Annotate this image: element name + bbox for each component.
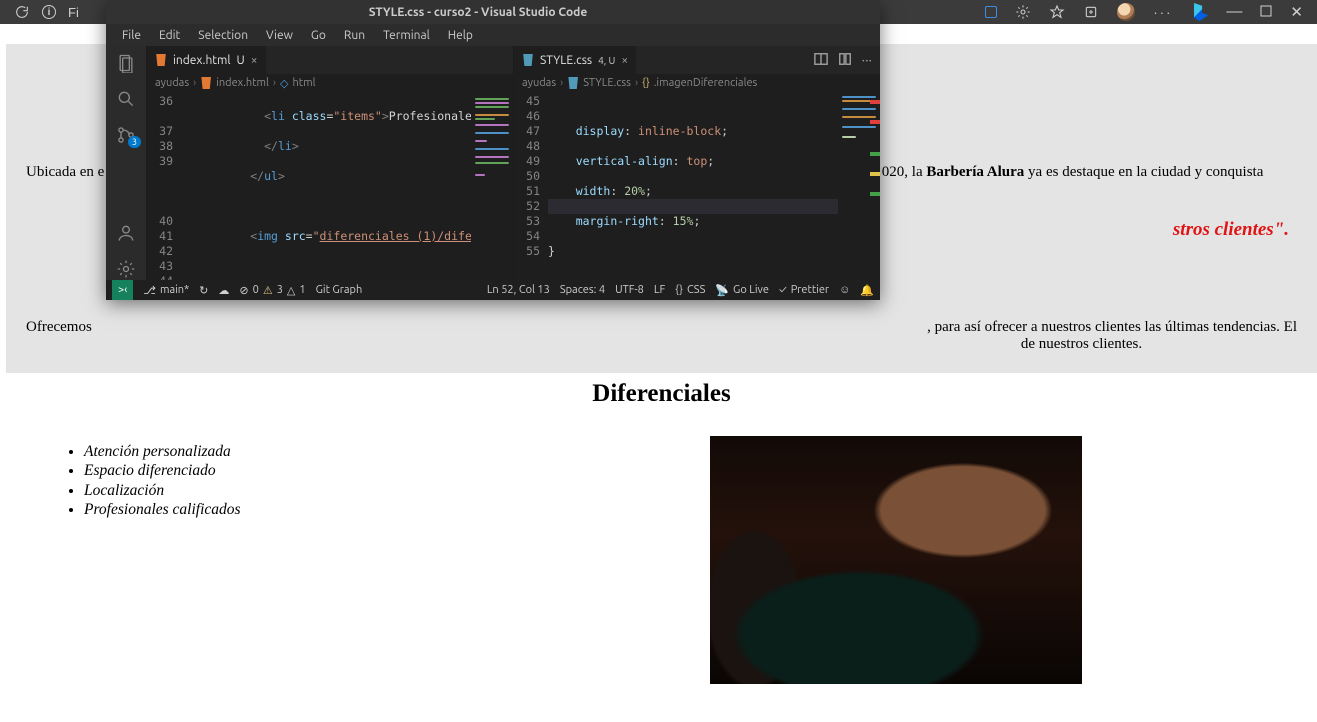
gitgraph-button[interactable]: Git Graph	[316, 284, 363, 296]
editor-pane-right: STYLE.css 4, U × ··· ayudas› STYLE.css› …	[513, 46, 880, 280]
account-icon[interactable]	[115, 222, 137, 244]
menu-select[interactable]: Selection	[190, 27, 256, 44]
code-left[interactable]: <li class="items">Profesionales califica…	[181, 92, 471, 280]
window-minimize[interactable]: —	[1226, 3, 1242, 21]
menu-view[interactable]: View	[258, 27, 301, 44]
sync-icon[interactable]: ↻	[199, 284, 208, 297]
html-file-icon	[155, 54, 167, 66]
menu-file[interactable]: File	[114, 27, 149, 44]
branch-indicator[interactable]: ⎇ main*	[143, 284, 189, 297]
extensions-icon[interactable]	[1015, 4, 1031, 20]
diferenciales-image	[710, 436, 1082, 684]
explorer-icon[interactable]	[115, 52, 137, 74]
vscode-menubar[interactable]: File Edit Selection View Go Run Terminal…	[106, 24, 880, 46]
vscode-window: STYLE.css - curso2 - Visual Studio Code …	[106, 0, 880, 300]
more-actions-icon[interactable]: ···	[862, 52, 872, 69]
minimap-left[interactable]	[471, 92, 513, 280]
vscode-statusbar[interactable]: >‹ ⎇ main* ↻ ☁ ⊘0 ⚠3 △1 Git Graph Ln 52,…	[106, 280, 880, 300]
tab-close-icon[interactable]: ×	[621, 54, 628, 67]
collections-icon[interactable]	[1083, 4, 1099, 20]
vscode-titlebar[interactable]: STYLE.css - curso2 - Visual Studio Code	[106, 0, 880, 24]
tab-index-html[interactable]: index.html U ×	[147, 46, 266, 74]
prettier-button[interactable]: ✓ Prettier	[779, 284, 829, 296]
split-editor-icon[interactable]	[814, 52, 828, 69]
golive-button[interactable]: 📡 Go Live	[715, 284, 769, 297]
cursor-position[interactable]: Ln 52, Col 13	[487, 284, 550, 296]
page-offer-text: Ofrecemos , para así ofrecer a nuestros …	[26, 319, 1297, 353]
encoding-indicator[interactable]: UTF-8	[615, 284, 644, 296]
more-icon[interactable]: ···	[1153, 5, 1172, 20]
menu-help[interactable]: Help	[440, 27, 481, 44]
remote-indicator[interactable]: >‹	[112, 280, 133, 300]
settings-icon[interactable]	[115, 258, 137, 280]
code-editor-left[interactable]: 363738394041424344 <li class="items">Pro…	[147, 92, 513, 280]
gutter-left: 363738394041424344	[147, 92, 181, 280]
menu-term[interactable]: Terminal	[375, 27, 438, 44]
bell-icon[interactable]: 🔔	[860, 284, 874, 297]
diferenciales-list: Atención personalizada Espacio diferenci…	[56, 442, 241, 520]
source-control-icon[interactable]: 3	[115, 124, 137, 146]
tab-close-icon[interactable]: ×	[251, 54, 258, 67]
feedback-icon[interactable]: ☺	[839, 284, 850, 296]
activity-bar: 3	[106, 46, 146, 280]
address-hint: Fi	[68, 5, 79, 20]
favorites-icon[interactable]	[1049, 4, 1065, 20]
diferenciales-title: Diferenciales	[6, 380, 1317, 408]
overview-ruler	[870, 92, 880, 280]
window-maximize[interactable]	[1260, 5, 1272, 20]
site-info-icon[interactable]: i	[42, 5, 56, 19]
tab-indicator-icon	[985, 6, 997, 18]
menu-go[interactable]: Go	[303, 27, 334, 44]
code-right[interactable]: display: inline-block; vertical-align: t…	[548, 92, 838, 280]
gutter-right: 4546474849505152535455	[514, 92, 548, 280]
css-file-icon	[522, 54, 534, 66]
list-item: Localización	[84, 481, 241, 500]
indent-indicator[interactable]: Spaces: 4	[560, 284, 605, 296]
tab-bar-right: STYLE.css 4, U × ···	[514, 46, 880, 74]
list-item: Espacio diferenciado	[84, 461, 241, 480]
active-line-highlight	[548, 199, 838, 214]
profile-avatar[interactable]	[1117, 3, 1135, 21]
problems-indicator[interactable]: ⊘0 ⚠3 △1	[239, 284, 305, 297]
menu-run[interactable]: Run	[336, 27, 373, 44]
tab-bar-left: index.html U ×	[147, 46, 513, 74]
diferenciales-section: Diferenciales Atención personalizada Esp…	[6, 380, 1317, 684]
list-item: Profesionales calificados	[84, 500, 241, 519]
eol-indicator[interactable]: LF	[654, 284, 665, 296]
breadcrumb-left[interactable]: ayudas› index.html› ◇html	[147, 74, 513, 92]
window-close[interactable]: ✕	[1290, 3, 1303, 21]
search-icon[interactable]	[115, 88, 137, 110]
vscode-title: STYLE.css - curso2 - Visual Studio Code	[114, 6, 842, 19]
code-editor-right[interactable]: 4546474849505152535455 display: inline-b…	[514, 92, 880, 280]
editor-pane-left: index.html U × ayudas› index.html› ◇html…	[146, 46, 513, 280]
breadcrumb-right[interactable]: ayudas› STYLE.css› {}.imagenDiferenciale…	[514, 74, 880, 92]
minimap-right[interactable]	[838, 92, 880, 280]
tab-style-css[interactable]: STYLE.css 4, U ×	[514, 46, 636, 74]
cloud-icon[interactable]: ☁	[218, 284, 229, 297]
bing-icon[interactable]	[1190, 3, 1208, 21]
reload-icon[interactable]	[14, 4, 30, 20]
menu-edit[interactable]: Edit	[151, 27, 188, 44]
list-item: Atención personalizada	[84, 442, 241, 461]
diff-icon[interactable]	[838, 52, 852, 69]
lang-indicator[interactable]: {} CSS	[675, 284, 705, 296]
scm-badge: 3	[128, 136, 141, 148]
